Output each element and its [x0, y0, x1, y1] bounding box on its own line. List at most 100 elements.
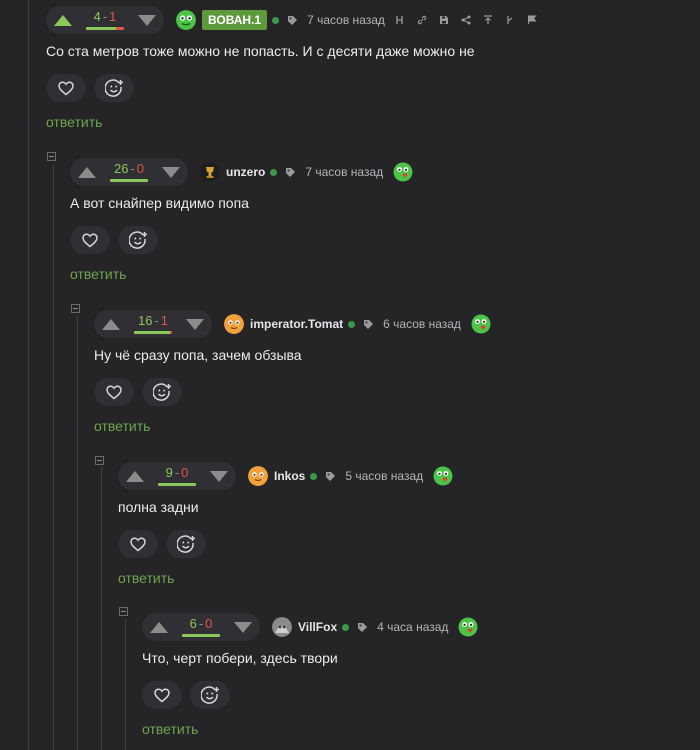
like-button[interactable]	[70, 226, 110, 254]
online-indicator	[342, 623, 350, 631]
tag-icon[interactable]	[325, 471, 336, 482]
downvote-button[interactable]	[234, 621, 252, 633]
add-reaction-button[interactable]	[94, 74, 134, 102]
reply-link[interactable]: ответить	[142, 721, 198, 737]
avatar[interactable]	[224, 314, 244, 334]
comment-time[interactable]: 5 часов назад	[345, 469, 423, 483]
avatar[interactable]	[248, 466, 268, 486]
author-name[interactable]: imperator.Tomat	[250, 317, 343, 331]
minus-count: 0	[136, 161, 145, 176]
reply-link[interactable]: ответить	[94, 418, 150, 434]
vote-score: 16-1	[134, 310, 172, 338]
downvote-button[interactable]	[186, 318, 204, 330]
add-reaction-button[interactable]	[190, 681, 230, 709]
comment-text: полна задни	[118, 499, 199, 515]
comment-text: А вот снайпер видимо попа	[70, 195, 249, 211]
comment-header: 26-0 unzero 7 часов назад	[70, 158, 413, 186]
avatar[interactable]	[200, 162, 220, 182]
link-icon[interactable]	[417, 15, 427, 25]
share-icon[interactable]	[461, 15, 471, 25]
reaction-badge	[433, 466, 453, 486]
upvote-button[interactable]	[150, 621, 168, 633]
vote-score: 6-0	[182, 613, 220, 641]
add-reaction-button[interactable]	[166, 530, 206, 558]
online-indicator	[272, 16, 280, 24]
thread-line	[101, 467, 102, 750]
like-button[interactable]	[142, 681, 182, 709]
thread-line	[77, 316, 78, 750]
author-name[interactable]: unzero	[226, 165, 265, 179]
vote-ratio-bar	[182, 634, 220, 637]
add-reaction-button[interactable]	[142, 378, 182, 406]
comment-actions	[46, 74, 142, 102]
avatar[interactable]	[272, 617, 292, 637]
vote-box: 16-1	[94, 310, 212, 338]
like-button[interactable]	[94, 378, 134, 406]
downvote-button[interactable]	[138, 14, 156, 26]
comment-actions	[94, 378, 190, 406]
downvote-button[interactable]	[210, 470, 228, 482]
comment-text: Со ста метров тоже можно не попасть. И с…	[46, 43, 475, 59]
like-button[interactable]	[46, 74, 86, 102]
reply-link[interactable]: ответить	[46, 114, 102, 130]
comment-time[interactable]: 6 часов назад	[383, 317, 461, 331]
minus-count: 1	[109, 9, 117, 24]
tag-icon[interactable]	[357, 622, 368, 633]
comment-header: 6-0 VillFox 4 часа назад	[142, 613, 478, 641]
collapse-thread-button[interactable]	[119, 607, 128, 616]
comment-header: 4-1 ВОВАН.1 7 часов назад	[46, 6, 549, 34]
online-indicator	[270, 168, 278, 176]
vote-ratio-bar	[86, 27, 124, 30]
upvote-button[interactable]	[54, 14, 72, 26]
reaction-badge	[458, 617, 478, 637]
tag-icon[interactable]	[287, 15, 298, 26]
vote-ratio-bar	[110, 179, 148, 182]
save-icon[interactable]	[439, 15, 449, 25]
vote-box: 26-0	[70, 158, 188, 186]
vote-box: 9-0	[118, 462, 236, 490]
upvote-button[interactable]	[78, 166, 96, 178]
comment-time[interactable]: 7 часов назад	[305, 165, 383, 179]
plus-count: 9	[165, 465, 173, 480]
thread-line	[53, 165, 54, 750]
collapse-thread-button[interactable]	[47, 152, 56, 161]
plus-count: 6	[189, 616, 197, 631]
upvote-button[interactable]	[102, 318, 120, 330]
comment-text: Что, черт побери, здесь твори	[142, 650, 338, 666]
comment-time[interactable]: 4 часа назад	[377, 620, 448, 634]
avatar[interactable]	[176, 10, 196, 30]
thread-line	[125, 619, 126, 750]
minus-count: 1	[160, 313, 169, 328]
branch-down-icon[interactable]	[505, 15, 515, 25]
reply-link[interactable]: ответить	[70, 266, 126, 282]
comment-tools	[395, 15, 549, 25]
vote-score: 9-0	[158, 462, 196, 490]
reaction-badge	[471, 314, 491, 334]
downvote-button[interactable]	[162, 166, 180, 178]
minus-count: 0	[205, 616, 213, 631]
like-button[interactable]	[118, 530, 158, 558]
collapse-thread-button[interactable]	[71, 304, 80, 313]
author-name[interactable]: Inkos	[274, 469, 305, 483]
add-reaction-button[interactable]	[118, 226, 158, 254]
plus-count: 16	[137, 313, 153, 328]
collapse-thread-button[interactable]	[95, 456, 104, 465]
comment-header: 9-0 Inkos 5 часов назад	[118, 462, 453, 490]
upvote-button[interactable]	[126, 470, 144, 482]
scroll-up-icon[interactable]	[483, 15, 493, 25]
online-indicator	[348, 320, 356, 328]
comment-actions	[70, 226, 166, 254]
tag-icon[interactable]	[285, 167, 296, 178]
author-name[interactable]: VillFox	[298, 620, 337, 634]
minus-count: 0	[181, 465, 189, 480]
comment-time[interactable]: 7 часов назад	[307, 13, 385, 27]
branch-icon[interactable]	[395, 15, 405, 25]
tag-icon[interactable]	[363, 319, 374, 330]
report-flag-icon[interactable]	[527, 15, 537, 25]
reply-link[interactable]: ответить	[118, 570, 174, 586]
plus-count: 4	[93, 9, 101, 24]
comment-text: Ну чё сразу попа, зачем обзыва	[94, 347, 302, 363]
vote-box: 6-0	[142, 613, 260, 641]
author-name[interactable]: ВОВАН.1	[202, 10, 268, 30]
comment-header: 16-1 imperator.Tomat 6 часов назад	[94, 310, 491, 338]
